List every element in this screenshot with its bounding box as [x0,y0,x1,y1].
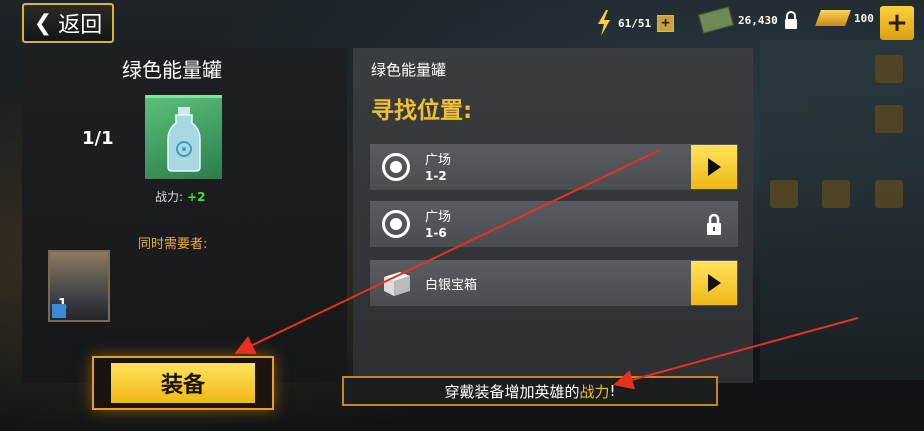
tip-highlight: 战力 [579,382,610,401]
cash-value: 26,430 [738,13,778,27]
equip-label: 装备 [111,363,255,403]
find-location-heading: 寻找位置: [371,98,473,124]
chevron-left-icon: ❮ [33,10,53,36]
item-title: 绿色能量罐 [122,58,222,82]
location-stage: 1-2 [425,169,447,183]
location-row: 广场 1-6 [370,201,738,247]
back-label: 返回 [58,13,103,38]
hero-portrait[interactable]: 1 [48,250,110,322]
location-row[interactable]: 白银宝箱 [370,260,738,306]
plus-icon [822,180,850,208]
location-name: 白银宝箱 [425,278,478,293]
location-name: 广场 [425,153,452,168]
tip-banner: 穿戴装备增加英雄的 战力! [342,376,718,406]
source-item-name: 绿色能量罐 [371,61,447,79]
also-needed-label: 同时需要者: [138,237,208,252]
location-stage: 1-6 [425,226,447,240]
energy-counter: 61/51 + [596,10,675,36]
power-stat: 战力: +2 [155,188,205,205]
plus-icon [770,180,798,208]
energy-value: 61/51 [618,16,652,30]
lock-icon [784,11,797,29]
chest-icon [384,272,410,296]
location-name: 广场 [425,210,452,225]
back-button[interactable]: ❮ 返回 [22,3,114,43]
hero-class-icon [52,304,66,318]
tip-suffix: ! [609,382,616,400]
gold-value: 100 [854,11,874,25]
plus-icon [875,180,903,208]
play-icon [708,158,721,176]
power-label: 战力: [155,190,184,204]
energy-canister-icon [145,95,222,179]
plus-icon [875,55,903,83]
plus-icon [875,105,903,133]
lock-icon [707,213,721,235]
add-energy-button[interactable]: + [657,14,675,32]
add-gold-button[interactable]: + [880,6,914,40]
gold-bar-icon [815,10,851,26]
tip-prefix: 穿戴装备增加英雄的 [444,382,580,401]
go-button[interactable] [691,261,737,305]
item-count: 1/1 [82,128,114,149]
target-icon [382,153,410,181]
cash-icon [697,6,735,34]
location-row[interactable]: 广场 1-2 [370,144,738,190]
background-menu-panel [760,40,924,380]
cash-counter: 26,430 [697,6,798,34]
target-icon [382,210,410,238]
play-icon [708,274,721,292]
gold-counter: 100 [815,10,874,26]
go-button[interactable] [691,145,737,189]
power-value: +2 [187,190,206,204]
lightning-icon [598,10,610,36]
equip-button[interactable]: 装备 [92,356,274,410]
